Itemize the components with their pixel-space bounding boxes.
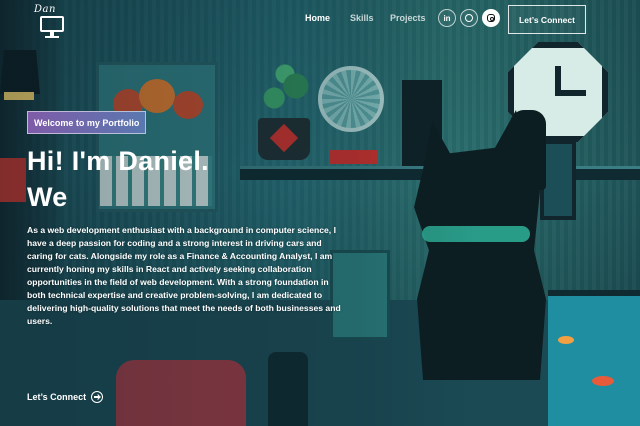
monitor-icon [40, 16, 64, 32]
lets-connect-cta-label: Let’s Connect [27, 392, 87, 402]
arrow-right-circle-icon [91, 391, 104, 403]
instagram-glyph [487, 14, 495, 22]
hero-title-line2: We [27, 182, 68, 212]
nav-link-projects[interactable]: Projects [390, 13, 426, 23]
lets-connect-cta[interactable]: Let’s Connect [27, 391, 104, 403]
facebook-icon[interactable] [460, 9, 478, 27]
welcome-tagline: Welcome to my Portfolio [27, 111, 147, 134]
logo-script-text: Dan [34, 4, 56, 15]
hero-title: Hi! I'm Daniel. We [27, 143, 287, 215]
linkedin-label: in [443, 13, 451, 23]
instagram-icon[interactable] [482, 9, 500, 27]
hero-bio: As a web development enthusiast with a b… [27, 225, 341, 326]
facebook-glyph [465, 14, 473, 22]
site-logo[interactable]: Dan [34, 4, 74, 38]
linkedin-icon[interactable]: in [438, 9, 456, 27]
nav-link-skills[interactable]: Skills [350, 13, 374, 23]
nav-link-home[interactable]: Home [305, 13, 330, 23]
hero-title-line1: Hi! I'm Daniel. [27, 146, 209, 176]
lets-connect-nav-button[interactable]: Let’s Connect [508, 5, 586, 34]
